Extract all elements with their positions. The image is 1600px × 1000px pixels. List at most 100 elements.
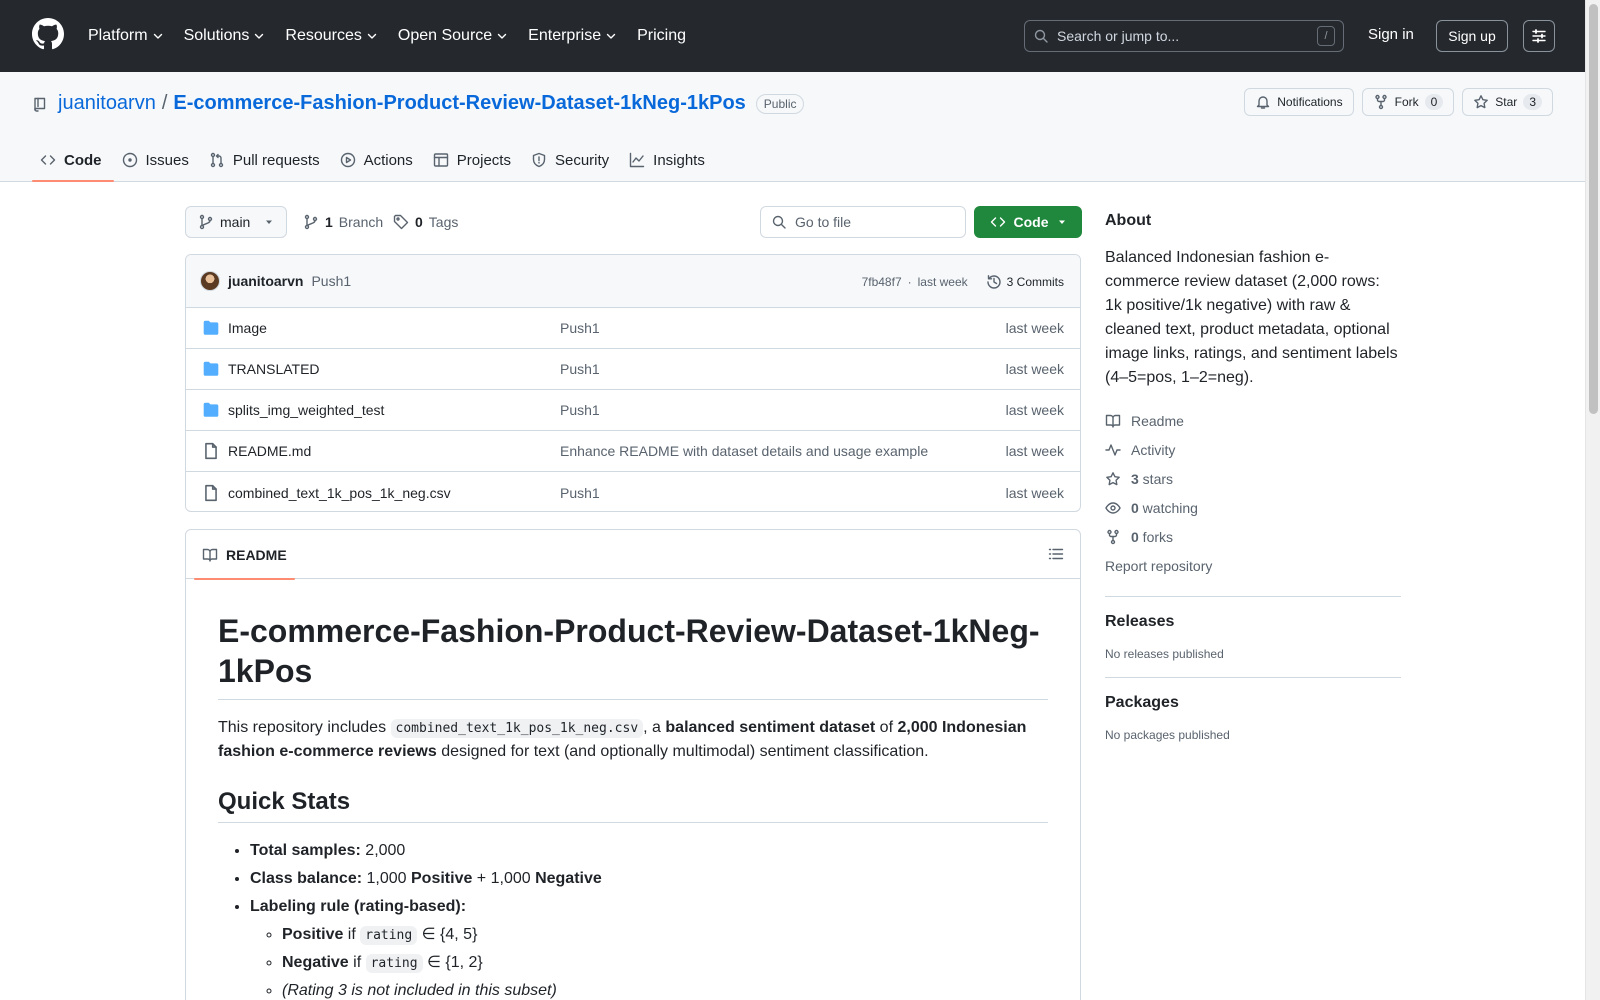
sign-in-link[interactable]: Sign in [1368,26,1414,43]
file-name-link[interactable]: README.md [228,443,560,459]
tab-code[interactable]: Code [32,138,114,182]
notifications-button[interactable]: Notifications [1244,88,1354,116]
tab-label: Actions [363,151,413,169]
stars-link[interactable]: 3 stars [1105,464,1401,493]
search-shortcut-key: / [1317,26,1335,46]
tab-projects[interactable]: Projects [425,138,523,182]
list-item: Total samples: 2,000 [250,839,1048,863]
nav-label: Solutions [183,27,250,44]
report-repository-link[interactable]: Report repository [1105,551,1401,580]
go-to-file-placeholder: Go to file [795,214,852,230]
text: , a [643,719,666,736]
file-name-link[interactable]: TRANSLATED [228,361,560,377]
star-button[interactable]: Star 3 [1462,88,1553,116]
nav-platform[interactable]: Platform [88,27,164,45]
file-name-link[interactable]: Image [228,320,560,336]
inline-code: combined_text_1k_pos_1k_neg.csv [390,719,644,738]
readme-link[interactable]: Readme [1105,406,1401,435]
notifications-label: Notifications [1277,95,1343,109]
text: + 1,000 [472,870,536,887]
tab-label: Issues [145,151,189,169]
tab-insights[interactable]: Insights [621,138,717,182]
repo-separator: / [161,92,168,114]
repo-tabs: Code Issues Pull requests Actions Projec… [32,138,717,182]
branch-bar: main 1 Branch 0 Tags Go to file Code [185,206,1082,238]
book-icon [202,548,218,562]
branch-select-button[interactable]: main [185,206,288,238]
nav-enterprise[interactable]: Enterprise [528,27,617,45]
scrollbar-thumb[interactable] [1589,4,1598,414]
avatar[interactable] [200,271,220,291]
bold-text: Labeling rule (rating-based): [250,898,467,915]
quick-stats-heading: Quick Stats [218,788,1048,823]
issue-icon [122,152,137,168]
chevron-down-icon [153,33,162,39]
file-commit-message[interactable]: Push1 [560,485,1064,501]
page-scrollbar[interactable] [1585,0,1600,1000]
branches-link[interactable]: 1 Branch [303,206,383,238]
sign-up-button[interactable]: Sign up [1436,20,1508,52]
tags-link[interactable]: 0 Tags [393,206,458,238]
list-icon[interactable] [1048,546,1064,562]
fork-counter: 0 [1424,94,1444,110]
stars-count: 3 [1131,470,1139,487]
nav-label: Enterprise [528,27,602,44]
activity-link[interactable]: Activity [1105,435,1401,464]
file-row[interactable]: Image Push1 last week [186,308,1080,349]
chevron-down-icon [497,33,507,39]
file-commit-message[interactable]: Enhance README with dataset details and … [560,443,1064,459]
file-commit-message[interactable]: Push1 [560,402,1064,418]
nav-resources[interactable]: Resources [285,27,377,45]
file-name-link[interactable]: combined_text_1k_pos_1k_neg.csv [228,485,560,501]
code-dropdown-button[interactable]: Code [974,206,1082,238]
settings-menu-button[interactable] [1523,20,1555,52]
folder-icon [203,320,219,335]
commit-author-link[interactable]: juanitoarvn [228,273,303,289]
text: of [875,719,898,736]
forks-link[interactable]: 0 forks [1105,522,1401,551]
book-icon [1105,414,1121,428]
stats-list: Total samples: 2,000 Class balance: 1,00… [218,839,1048,1000]
caret-down-icon [266,220,273,224]
nav-open-source[interactable]: Open Source [398,27,508,45]
tab-security[interactable]: Security [523,138,621,182]
repo-owner-link[interactable]: juanitoarvn [58,92,156,115]
nav-solutions[interactable]: Solutions [184,27,266,45]
tab-label: Pull requests [232,151,320,169]
commit-message-link[interactable]: Push1 [311,273,351,289]
file-row[interactable]: splits_img_weighted_test Push1 last week [186,390,1080,431]
fork-icon [1107,529,1119,544]
repo-icon [34,97,46,112]
releases-heading[interactable]: Releases [1105,613,1401,631]
tab-actions[interactable]: Actions [332,138,425,182]
shield-icon [532,152,546,168]
bold-text: Positive [411,870,473,887]
readme-title: E-commerce-Fashion-Product-Review-Datase… [218,611,1048,700]
file-row[interactable]: combined_text_1k_pos_1k_neg.csv Push1 la… [186,472,1080,511]
file-row[interactable]: TRANSLATED Push1 last week [186,349,1080,390]
packages-heading[interactable]: Packages [1105,694,1401,712]
file-name-link[interactable]: splits_img_weighted_test [228,402,560,418]
releases-empty-text: No releases published [1105,647,1224,661]
bold-text: Class balance: [250,870,363,887]
watching-text: 0 watching [1131,500,1198,516]
watching-link[interactable]: 0 watching [1105,493,1401,522]
commit-sha-link[interactable]: 7fb48f7 [862,275,902,289]
text: This repository includes [218,719,391,736]
file-commit-message[interactable]: Push1 [560,361,1064,377]
fork-button[interactable]: Fork 0 [1361,88,1455,116]
repo-name-link[interactable]: E-commerce-Fashion-Product-Review-Datase… [173,92,745,115]
tab-issues[interactable]: Issues [114,138,201,182]
tab-pull-requests[interactable]: Pull requests [201,138,332,182]
packages-empty-text: No packages published [1105,728,1230,742]
commits-history-link[interactable]: 3 Commits [986,274,1064,290]
readme-intro: This repository includes combined_text_1… [218,716,1048,764]
readme-tab[interactable]: README [194,530,295,580]
go-to-file-input[interactable]: Go to file [760,206,966,238]
nav-pricing[interactable]: Pricing [637,27,686,45]
github-logo-icon[interactable] [32,18,64,50]
file-row[interactable]: README.md Enhance README with dataset de… [186,431,1080,472]
global-search-input[interactable]: Search or jump to... / [1024,20,1344,52]
eye-icon [1105,501,1121,514]
file-commit-message[interactable]: Push1 [560,320,1064,336]
